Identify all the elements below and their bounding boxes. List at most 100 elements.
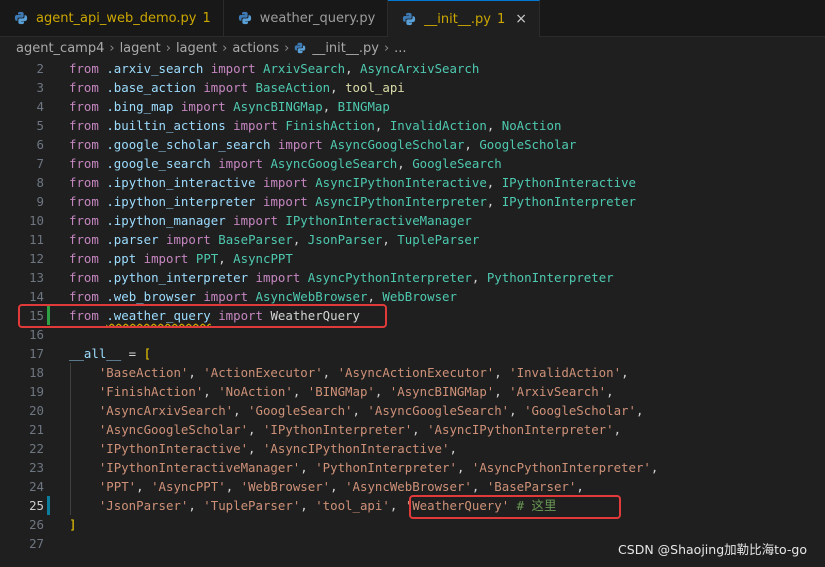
breadcrumb-item[interactable]: ... [394, 41, 406, 56]
line-number: 13 [29, 270, 44, 285]
line-number: 27 [29, 536, 44, 551]
code-token: , [471, 270, 487, 285]
code-text: 'IPythonInteractiveManager', 'PythonInte… [69, 458, 659, 477]
code-token: , [486, 118, 502, 133]
code-line[interactable]: 18 'BaseAction', 'ActionExecutor', 'Asyn… [0, 363, 825, 382]
tab-init-py[interactable]: __init__.py 1 × [388, 0, 540, 37]
code-token: 'PPT' [98, 479, 137, 494]
code-line[interactable]: 11 from .parser import BaseParser, JsonPa… [0, 230, 825, 249]
code-token: , [322, 365, 338, 380]
code-token: , [412, 422, 428, 437]
line-number: 7 [36, 156, 44, 171]
code-line[interactable]: 20 'AsyncArxivSearch', 'GoogleSearch', '… [0, 401, 825, 420]
code-token: AsyncIPythonInteractive [315, 175, 487, 190]
code-token: 'ActionExecutor' [203, 365, 323, 380]
code-line[interactable]: 19 'FinishAction', 'NoAction', 'BINGMap'… [0, 382, 825, 401]
code-token: , [389, 498, 405, 513]
code-line[interactable]: 3 from .base_action import BaseAction, to… [0, 78, 825, 97]
code-token: 'AsyncPythonInterpreter' [471, 460, 651, 475]
chevron-right-icon: › [284, 40, 290, 56]
code-token: BaseParser [218, 232, 293, 247]
code-token: .bing_map [106, 99, 174, 114]
code-line[interactable]: 10 from .ipython_manager import IPythonIn… [0, 211, 825, 230]
code-token: , [322, 99, 338, 114]
code-token: BaseAction [255, 80, 331, 95]
python-file-icon [238, 11, 251, 25]
chevron-right-icon: › [222, 40, 228, 56]
code-line[interactable]: 13 from .python_interpreter import AsyncP… [0, 268, 825, 287]
line-number: 20 [29, 403, 44, 418]
code-line[interactable]: 7 from .google_search import AsyncGoogleS… [0, 154, 825, 173]
line-number: 24 [29, 479, 44, 494]
code-token: GoogleScholar [479, 137, 577, 152]
code-token: , [449, 441, 457, 456]
editor-tab-bar: agent_api_web_demo.py 1 weather_query.py… [0, 0, 825, 37]
tab-label: agent_api_web_demo.py [36, 10, 197, 26]
code-token: , [635, 403, 644, 418]
breadcrumb-item[interactable]: agent_camp4 [16, 41, 104, 56]
code-text: from .arxiv_search import ArxivSearch, A… [69, 59, 479, 78]
code-token: , [188, 498, 204, 513]
line-number: 21 [29, 422, 44, 437]
code-text: from .ppt import PPT, AsyncPPT [69, 249, 293, 268]
line-number: 19 [29, 384, 44, 399]
code-text: from .base_action import BaseAction, too… [69, 78, 405, 97]
code-token: from [69, 156, 99, 171]
code-line[interactable]: 9 from .ipython_interpreter import AsyncI… [0, 192, 825, 211]
code-token: , [374, 118, 390, 133]
code-token: , [248, 441, 263, 456]
code-token: PythonInterpreter [486, 270, 614, 285]
close-icon[interactable]: × [515, 11, 527, 27]
code-token: , [233, 403, 249, 418]
code-line[interactable]: 12 from .ppt import PPT, AsyncPPT [0, 249, 825, 268]
code-line[interactable]: 23 'IPythonInteractiveManager', 'PythonI… [0, 458, 825, 477]
code-token: , [218, 251, 234, 266]
tab-agent-api-web-demo[interactable]: agent_api_web_demo.py 1 [0, 0, 224, 36]
code-token: , [374, 384, 390, 399]
breadcrumb-item[interactable]: __init__.py [312, 41, 379, 56]
code-line[interactable]: 5 from .builtin_actions import FinishActi… [0, 116, 825, 135]
code-token: 'AsyncBINGMap' [389, 384, 495, 399]
code-line[interactable]: 6 from .google_scholar_search import Asyn… [0, 135, 825, 154]
code-token: IPythonInterpreter [501, 194, 636, 209]
code-token: 'AsyncWebBrowser' [345, 479, 472, 494]
python-file-icon [14, 11, 28, 25]
code-line[interactable]: 2 from .arxiv_search import ArxivSearch, … [0, 59, 825, 78]
breadcrumb-item[interactable]: lagent [120, 41, 161, 56]
tab-weather-query[interactable]: weather_query.py [224, 0, 389, 36]
code-text: from .builtin_actions import FinishActio… [69, 116, 561, 135]
modified-line-gutter-marker [47, 496, 50, 515]
code-line[interactable]: 21 'AsyncGoogleScholar', 'IPythonInterpr… [0, 420, 825, 439]
code-token: from [69, 213, 99, 228]
code-editor[interactable]: 27 26] 25 'JsonParser', 'TupleParser', 'to… [0, 59, 825, 567]
breadcrumb-item[interactable]: lagent [176, 41, 217, 56]
breadcrumb-item[interactable]: actions [232, 41, 279, 56]
code-token: , [576, 479, 584, 494]
code-line[interactable]: 8 from .ipython_interactive import AsyncI… [0, 173, 825, 192]
code-line[interactable]: 22 'IPythonInteractive', 'AsyncIPythonIn… [0, 439, 825, 458]
code-token: , [494, 365, 510, 380]
python-file-icon [295, 42, 306, 54]
code-line[interactable]: 17 __all__ = [ [0, 344, 825, 363]
python-file-icon [403, 12, 416, 26]
code-token: import [180, 99, 226, 114]
code-token: from [69, 270, 99, 285]
code-token: AsyncPPT [233, 251, 293, 266]
code-text: from .ipython_interpreter import AsyncIP… [69, 192, 636, 211]
code-token: 'GoogleSearch' [248, 403, 353, 418]
code-token: __all__ [69, 346, 122, 361]
code-token: 'PythonInterpreter' [315, 460, 457, 475]
line-number: 3 [36, 80, 44, 95]
code-line[interactable]: 4 from .bing_map import AsyncBINGMap, BIN… [0, 97, 825, 116]
code-token: .base_action [106, 80, 196, 95]
code-line[interactable]: 24 'PPT', 'AsyncPPT', 'WebBrowser', 'Asy… [0, 477, 825, 496]
